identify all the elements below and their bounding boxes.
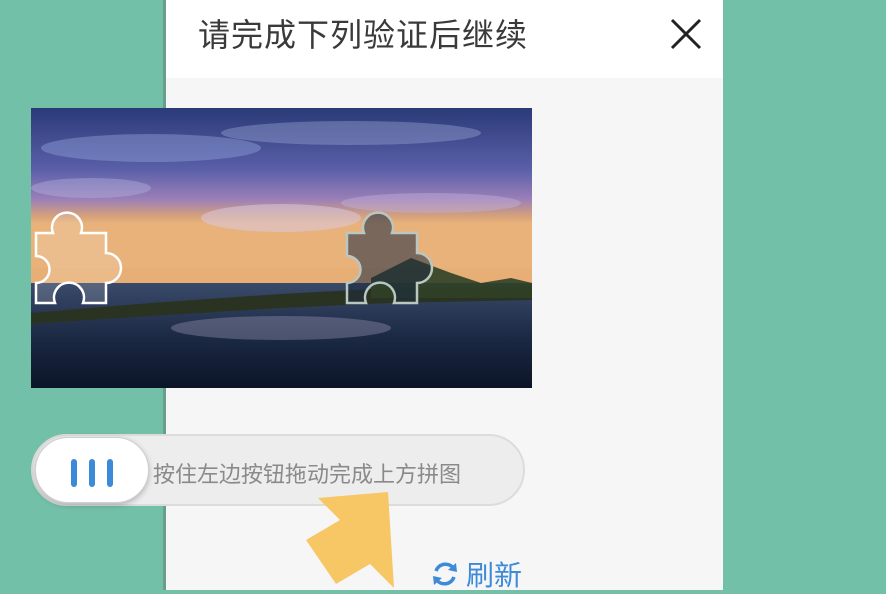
close-icon[interactable] [666,14,706,54]
puzzle-image [31,108,532,388]
refresh-button[interactable]: 刷新 [430,556,522,592]
pointer-arrow-icon [306,492,394,588]
grip-bars-icon [71,459,77,487]
refresh-icon [433,562,457,586]
slider-handle[interactable] [35,437,149,503]
dialog-title: 请完成下列验证后继续 [198,16,529,54]
dialog-header: 请完成下列验证后继续 [166,0,723,78]
refresh-label: 刷新 [466,559,523,592]
